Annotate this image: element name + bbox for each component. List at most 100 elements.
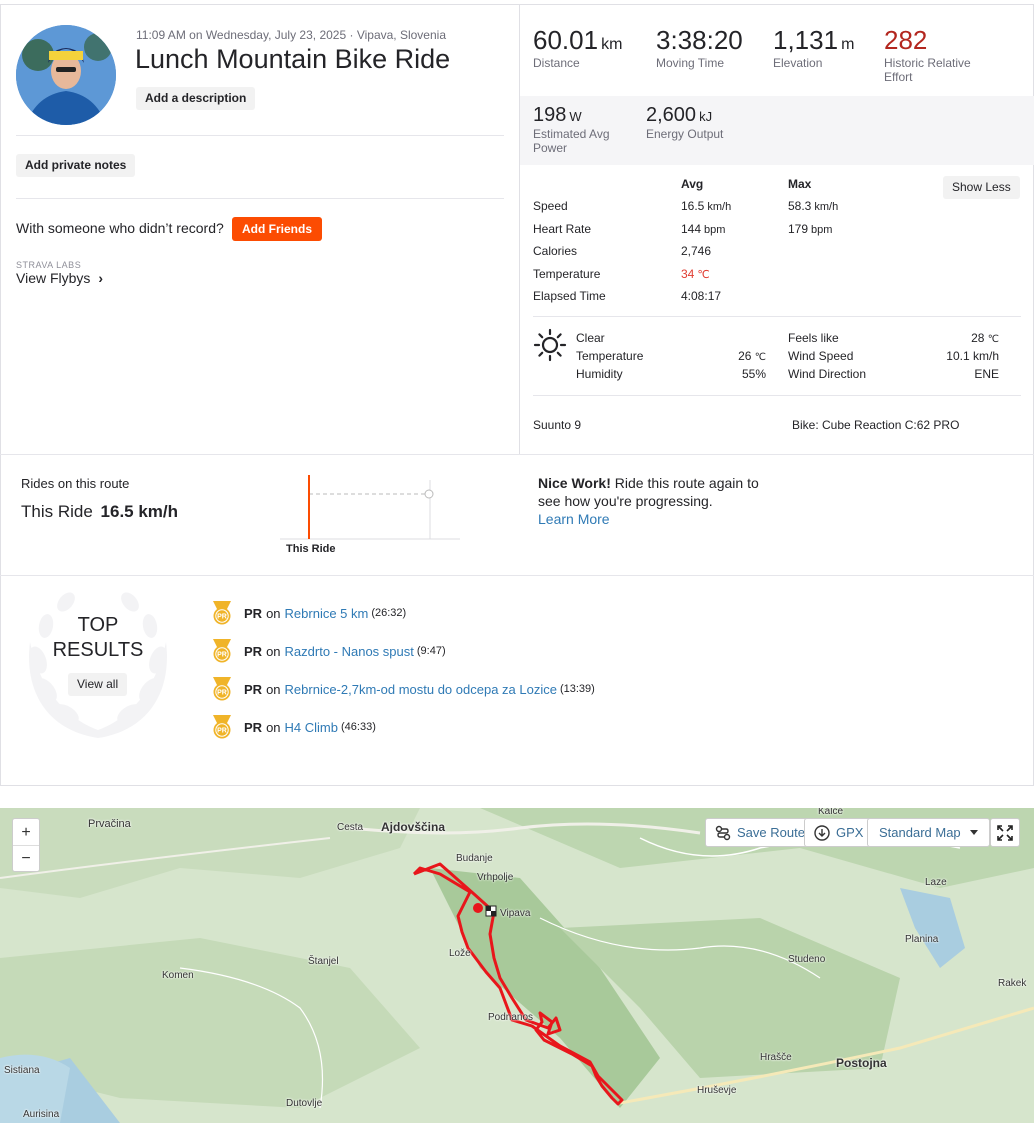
- distance-unit: km: [601, 36, 623, 53]
- bike-name: Bike: Cube Reaction C:62 PRO: [792, 418, 960, 432]
- with-someone-text: With someone who didn’t record?: [16, 220, 224, 236]
- segment-link[interactable]: Rebrnice-2,7km-od mostu do odcepa za Loz…: [285, 682, 557, 697]
- location-text: Vipava, Slovenia: [356, 28, 446, 42]
- segment-link[interactable]: H4 Climb: [285, 720, 338, 735]
- add-description-button[interactable]: Add a description: [136, 87, 256, 110]
- wind-direction-label: Wind Direction: [788, 367, 867, 381]
- sun-icon: [533, 328, 567, 362]
- power-unit: W: [569, 109, 582, 124]
- map-place-label-lozice: Lože: [449, 948, 471, 959]
- zoom-out-button[interactable]: −: [13, 846, 39, 872]
- details-row-max-value: 58.3: [788, 199, 812, 213]
- map-place-label-budanje: Budanje: [456, 853, 493, 864]
- zoom-in-button[interactable]: +: [13, 819, 39, 846]
- learn-more-link[interactable]: Learn More: [538, 511, 610, 527]
- gpx-button[interactable]: GPX: [804, 818, 874, 847]
- details-row-max-unit: km/h: [814, 201, 839, 213]
- add-private-notes-button[interactable]: Add private notes: [16, 154, 136, 177]
- stat-power: 198 W Estimated Avg Power: [533, 104, 610, 155]
- view-all-button[interactable]: View all: [68, 673, 128, 696]
- details-row-avg-value: 144: [681, 221, 702, 236]
- energy-value: 2,600: [646, 104, 697, 126]
- moving-time-label: Moving Time: [656, 56, 725, 70]
- route-heading: Rides on this route: [21, 476, 130, 491]
- route-icon: [715, 825, 731, 840]
- route-line: [412, 862, 624, 1106]
- pr-medal-label: PR: [217, 690, 227, 697]
- pr-medal-label: PR: [217, 652, 227, 659]
- details-row-label: Calories: [533, 244, 578, 258]
- avatar[interactable]: [16, 25, 116, 125]
- map-place-label-aurisina: Aurisina: [23, 1109, 60, 1120]
- show-less-button[interactable]: Show Less: [943, 176, 1020, 199]
- details-row-max-value: 179: [788, 221, 809, 236]
- distance-value: 60.01: [533, 25, 599, 55]
- details-row-avg-value: 4:08:17: [681, 289, 722, 303]
- pr-on-text: on: [266, 681, 281, 697]
- stat-relative-effort[interactable]: 282 Historic Relative Effort: [884, 25, 971, 84]
- moving-time-value: 3:38:20: [656, 25, 743, 55]
- device-name: Suunto 9: [533, 418, 582, 432]
- save-route-label: Save Route: [737, 825, 805, 840]
- save-route-button[interactable]: Save Route: [705, 818, 815, 847]
- datetime-text: 11:09 AM on Wednesday, July 23, 2025: [136, 28, 347, 42]
- details-row: Elapsed Time 4:08:17: [533, 289, 1013, 307]
- pr-medal-label: PR: [217, 614, 227, 621]
- map-place-label-studeno: Studeno: [788, 954, 826, 965]
- wind-speed-label: Wind Speed: [788, 349, 854, 363]
- map-place-label-hrusevje: Hruševje: [697, 1085, 737, 1096]
- details-row-label: Speed: [533, 199, 568, 213]
- feels-like-value: 28 ℃: [930, 331, 999, 345]
- map-place-label-prvacina: Prvačina: [88, 818, 131, 830]
- details-row-avg: 4:08:17: [681, 289, 724, 303]
- segment-time: (13:39): [559, 683, 595, 695]
- feels-like-unit: ℃: [987, 334, 999, 345]
- pr-medal-icon: PR: [213, 715, 231, 739]
- expand-icon: [997, 824, 1013, 841]
- add-friends-button[interactable]: Add Friends: [232, 217, 323, 241]
- route-map[interactable]: Ajdovščina Prvačina Cesta Budanje Vrhpolje Vi…: [0, 808, 1034, 1123]
- map-place-label-planina: Planina: [905, 934, 939, 945]
- details-row-avg: 16.5 km/h: [681, 199, 731, 213]
- pr-medal-icon: PR: [213, 677, 231, 701]
- pr-result-row: PR PR on Rebrnice-2,7km-od mostu do odcepa …: [210, 676, 595, 702]
- map-style-select[interactable]: Standard Map: [867, 818, 990, 847]
- download-icon: [814, 824, 830, 841]
- pr-on-text: on: [266, 605, 281, 621]
- feels-like-label: Feels like: [788, 331, 839, 345]
- map-place-label-vipava: Vipava: [500, 908, 531, 919]
- relative-effort-label: Historic Relative: [884, 56, 971, 70]
- weather-temperature-label: Temperature: [576, 349, 644, 363]
- details-row-avg: 34 ℃: [681, 267, 710, 281]
- nice-work-text: Nice Work! Ride this route again to see …: [538, 474, 778, 510]
- power-value: 198: [533, 104, 567, 126]
- segment-link[interactable]: Razdrto - Nanos spust: [285, 644, 414, 659]
- map-place-label-postojna: Postojna: [836, 1056, 887, 1070]
- segment-link[interactable]: Rebrnice 5 km: [285, 606, 369, 621]
- map-place-label-dutovlje: Dutovlje: [286, 1098, 323, 1109]
- activity-title[interactable]: Lunch Mountain Bike Ride: [135, 44, 450, 75]
- distance-label: Distance: [533, 56, 580, 70]
- energy-unit: kJ: [699, 109, 713, 124]
- map-place-label-komen: Komen: [162, 970, 194, 981]
- fullscreen-button[interactable]: [990, 818, 1020, 847]
- top-results-heading-1: TOP: [77, 614, 119, 636]
- pr-medal-icon: PR: [213, 601, 231, 625]
- wind-speed-value: 10.1 km/h: [946, 349, 999, 363]
- this-ride-label: This Ride: [21, 502, 93, 521]
- map-place-label-ajdovscina: Ajdovščina: [381, 820, 446, 834]
- zoom-control: + −: [12, 818, 40, 872]
- chevron-right-icon: ›: [98, 270, 103, 286]
- wind-direction-value: ENE: [974, 367, 999, 381]
- details-row-max: 179 bpm: [788, 222, 832, 236]
- weather-humidity-label: Humidity: [576, 367, 623, 381]
- pr-medal-label: PR: [217, 728, 227, 735]
- map-place-label-kalce: Kalce: [818, 808, 844, 817]
- details-row-avg-unit: bpm: [704, 223, 726, 236]
- details-row-avg-value: 2,746: [681, 244, 712, 258]
- relative-effort-value: 282: [884, 25, 928, 55]
- view-flybys-link[interactable]: View Flybys ›: [16, 270, 103, 286]
- details-row-max: 58.3 km/h: [788, 199, 838, 213]
- pr-medal-icon: PR: [213, 639, 231, 663]
- route-comparison-chart: [280, 475, 460, 540]
